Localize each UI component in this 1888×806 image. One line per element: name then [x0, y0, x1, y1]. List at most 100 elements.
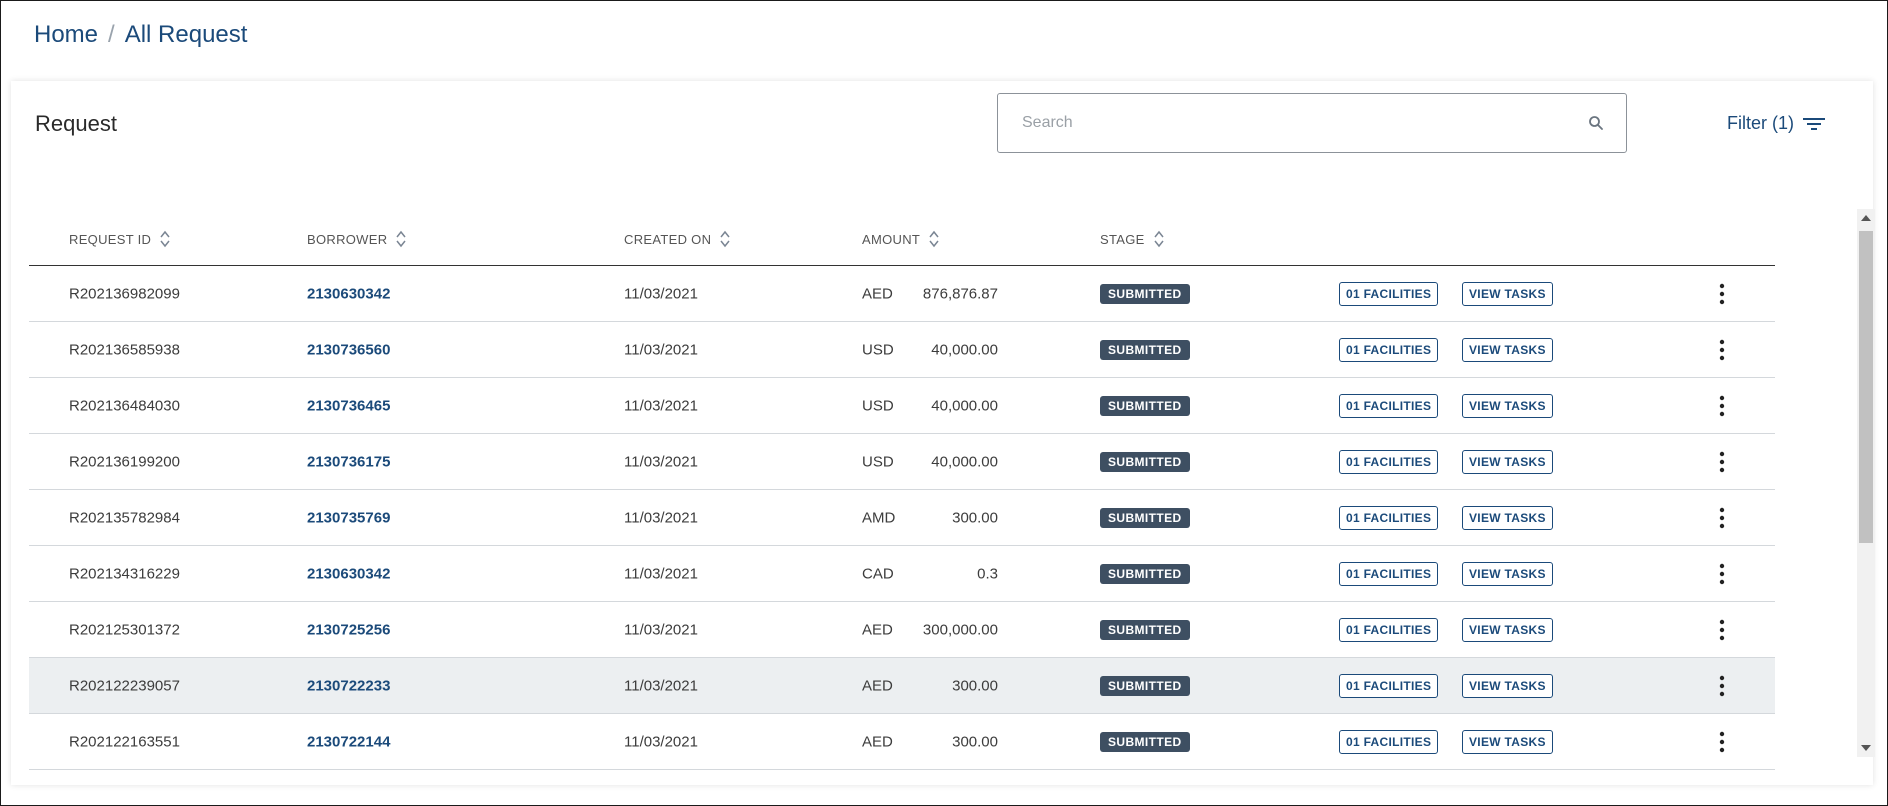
amount-cell: 0.3 — [977, 565, 998, 582]
borrower-link[interactable]: 2130736465 — [307, 397, 390, 414]
table-scrollbar[interactable] — [1857, 209, 1875, 757]
table-header: REQUEST ID BORROWER CREATED ON AMOUNT ST… — [29, 201, 1775, 266]
view-tasks-button[interactable]: VIEW TASKS — [1462, 393, 1553, 418]
more-options-icon[interactable] — [1717, 731, 1727, 753]
breadcrumb-separator: / — [108, 21, 115, 48]
view-tasks-button[interactable]: VIEW TASKS — [1462, 449, 1553, 474]
facilities-button[interactable]: 01 FACILITIES — [1339, 449, 1439, 474]
borrower-link[interactable]: 2130725256 — [307, 621, 390, 638]
view-tasks-button[interactable]: VIEW TASKS — [1462, 673, 1553, 698]
scroll-down-arrow-icon[interactable] — [1861, 745, 1871, 751]
more-options-icon[interactable] — [1717, 619, 1727, 641]
more-options-icon[interactable] — [1717, 507, 1727, 529]
facilities-button[interactable]: 01 FACILITIES — [1339, 281, 1439, 306]
table-row: R202136585938 2130736560 11/03/2021 USD … — [29, 322, 1775, 378]
amount-cell: 300.00 — [952, 733, 998, 750]
facilities-button[interactable]: 01 FACILITIES — [1339, 617, 1439, 642]
sort-icon[interactable] — [719, 229, 731, 249]
header-stage[interactable]: STAGE — [1100, 229, 1165, 249]
borrower-link[interactable]: 2130736560 — [307, 341, 390, 358]
table-row: R202125301372 2130725256 11/03/2021 AED … — [29, 602, 1775, 658]
sort-icon[interactable] — [395, 229, 407, 249]
app-frame: Home / All Request Request Filter (1) RE… — [0, 0, 1888, 806]
request-id-cell: R202122239057 — [69, 677, 180, 694]
table-row: R202134316229 2130630342 11/03/2021 CAD … — [29, 546, 1775, 602]
header-amount-label: AMOUNT — [862, 231, 921, 247]
header-request-id-label: REQUEST ID — [69, 231, 152, 247]
facilities-button[interactable]: 01 FACILITIES — [1339, 505, 1439, 530]
borrower-link[interactable]: 2130735769 — [307, 509, 390, 526]
more-options-icon[interactable] — [1717, 339, 1727, 361]
request-id-cell: R202135782984 — [69, 509, 180, 526]
more-options-icon[interactable] — [1717, 395, 1727, 417]
facilities-button[interactable]: 01 FACILITIES — [1339, 673, 1439, 698]
header-request-id[interactable]: REQUEST ID — [69, 229, 171, 249]
borrower-link[interactable]: 2130736175 — [307, 453, 390, 470]
amount-cell: 40,000.00 — [931, 397, 998, 414]
header-stage-label: STAGE — [1100, 231, 1145, 247]
amount-cell: 300.00 — [952, 677, 998, 694]
search-icon[interactable] — [1588, 115, 1604, 131]
created-on-cell: 11/03/2021 — [624, 341, 698, 358]
facilities-button[interactable]: 01 FACILITIES — [1339, 729, 1439, 754]
header-borrower[interactable]: BORROWER — [307, 229, 407, 249]
status-badge: SUBMITTED — [1100, 619, 1190, 640]
page-title: Request — [35, 111, 117, 136]
search-box[interactable] — [997, 93, 1627, 153]
borrower-link[interactable]: 2130630342 — [307, 565, 390, 582]
search-input[interactable] — [1020, 113, 1588, 133]
table-row: R202136199200 2130736175 11/03/2021 USD … — [29, 434, 1775, 490]
amount-cell: 40,000.00 — [931, 453, 998, 470]
table-body: R202136982099 2130630342 11/03/2021 AED … — [29, 266, 1775, 770]
more-options-icon[interactable] — [1717, 563, 1727, 585]
request-id-cell: R202136199200 — [69, 453, 180, 470]
filter-button[interactable]: Filter (1) — [1727, 113, 1826, 134]
request-id-cell: R202122163551 — [69, 733, 180, 750]
status-badge: SUBMITTED — [1100, 507, 1190, 528]
view-tasks-button[interactable]: VIEW TASKS — [1462, 561, 1553, 586]
amount-cell: 40,000.00 — [931, 341, 998, 358]
table-row: R202136484030 2130736465 11/03/2021 USD … — [29, 378, 1775, 434]
created-on-cell: 11/03/2021 — [624, 397, 698, 414]
facilities-button[interactable]: 01 FACILITIES — [1339, 337, 1439, 362]
created-on-cell: 11/03/2021 — [624, 509, 698, 526]
table-row: R202135782984 2130735769 11/03/2021 AMD … — [29, 490, 1775, 546]
breadcrumb-current: All Request — [124, 21, 248, 48]
view-tasks-button[interactable]: VIEW TASKS — [1462, 337, 1553, 362]
sort-icon[interactable] — [928, 229, 940, 249]
request-id-cell: R202136982099 — [69, 285, 180, 302]
status-badge: SUBMITTED — [1100, 339, 1190, 360]
status-badge: SUBMITTED — [1100, 283, 1190, 304]
more-options-icon[interactable] — [1717, 283, 1727, 305]
scroll-thumb[interactable] — [1859, 231, 1873, 543]
request-card: Request Filter (1) REQUEST ID — [11, 81, 1875, 785]
view-tasks-button[interactable]: VIEW TASKS — [1462, 281, 1553, 306]
borrower-link[interactable]: 2130722144 — [307, 733, 390, 750]
sort-icon[interactable] — [159, 229, 171, 249]
view-tasks-button[interactable]: VIEW TASKS — [1462, 505, 1553, 530]
table-row: R202122163551 2130722144 11/03/2021 AED … — [29, 714, 1775, 770]
header-created-on[interactable]: CREATED ON — [624, 229, 731, 249]
borrower-link[interactable]: 2130722233 — [307, 677, 390, 694]
created-on-cell: 11/03/2021 — [624, 453, 698, 470]
scroll-up-arrow-icon[interactable] — [1861, 215, 1871, 221]
more-options-icon[interactable] — [1717, 675, 1727, 697]
request-table: REQUEST ID BORROWER CREATED ON AMOUNT ST… — [29, 201, 1775, 770]
sort-icon[interactable] — [1153, 229, 1165, 249]
request-id-cell: R202136484030 — [69, 397, 180, 414]
facilities-button[interactable]: 01 FACILITIES — [1339, 561, 1439, 586]
breadcrumb: Home / All Request — [34, 21, 247, 49]
amount-cell: 300,000.00 — [922, 621, 998, 638]
created-on-cell: 11/03/2021 — [624, 621, 698, 638]
borrower-link[interactable]: 2130630342 — [307, 285, 390, 302]
breadcrumb-home-link[interactable]: Home — [34, 21, 98, 49]
header-created-on-label: CREATED ON — [624, 231, 712, 247]
request-id-cell: R202125301372 — [69, 621, 180, 638]
status-badge: SUBMITTED — [1100, 395, 1190, 416]
facilities-button[interactable]: 01 FACILITIES — [1339, 393, 1439, 418]
header-amount[interactable]: AMOUNT — [862, 229, 940, 249]
view-tasks-button[interactable]: VIEW TASKS — [1462, 729, 1553, 754]
request-id-cell: R202136585938 — [69, 341, 180, 358]
more-options-icon[interactable] — [1717, 451, 1727, 473]
view-tasks-button[interactable]: VIEW TASKS — [1462, 617, 1553, 642]
